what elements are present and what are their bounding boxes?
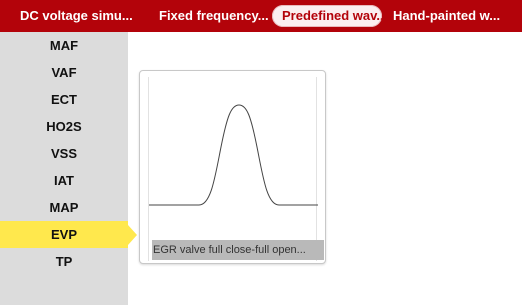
tab-fixed-frequency[interactable]: Fixed frequency... (159, 5, 271, 27)
sidebar-item-map[interactable]: MAP (0, 194, 128, 221)
waveform-preview (148, 77, 318, 261)
waveform-curve (149, 104, 318, 206)
top-tab-bar: DC voltage simu... Fixed frequency... Pr… (0, 0, 522, 32)
tab-hand-painted-waveform[interactable]: Hand-painted w... (393, 5, 513, 27)
sidebar-item-vaf[interactable]: VAF (0, 59, 128, 86)
tab-dc-voltage-simulation[interactable]: DC voltage simu... (20, 5, 144, 27)
sidebar-item-tp[interactable]: TP (0, 248, 128, 275)
sidebar-item-evp[interactable]: EVP (0, 221, 137, 248)
sidebar-item-ect[interactable]: ECT (0, 86, 128, 113)
waveform-card[interactable]: EGR valve full close-full open... (139, 70, 326, 264)
sidebar-item-vss[interactable]: VSS (0, 140, 128, 167)
sidebar-item-maf[interactable]: MAF (0, 32, 128, 59)
tab-predefined-waveform[interactable]: Predefined wav... (272, 5, 382, 27)
waveform-caption: EGR valve full close-full open... (152, 240, 324, 260)
sidebar-item-ho2s[interactable]: HO2S (0, 113, 128, 140)
sensor-sidebar: MAF VAF ECT HO2S VSS IAT MAP EVP TP (0, 32, 137, 305)
sidebar-item-iat[interactable]: IAT (0, 167, 128, 194)
